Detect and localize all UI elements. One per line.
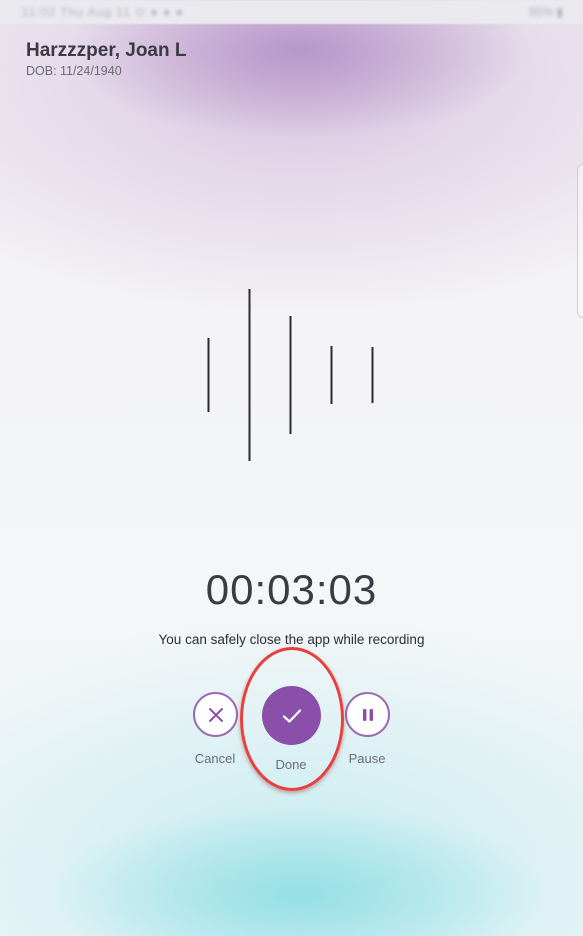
recording-screen: 11:02 Thu Aug 11 ⊙ ● ● ● 95% ▮ Harzzzper… — [0, 0, 583, 936]
side-panel-handle[interactable] — [577, 164, 583, 318]
patient-dob: DOB: 11/24/1940 — [26, 64, 122, 78]
status-bar: 11:02 Thu Aug 11 ⊙ ● ● ● 95% ▮ — [0, 0, 583, 24]
pause-label: Pause — [348, 751, 386, 766]
checkmark-icon — [282, 708, 302, 724]
status-time: 11:02 Thu Aug 11 ⊙ ● ● ● — [22, 5, 184, 19]
pause-icon — [362, 708, 374, 722]
pause-button[interactable] — [345, 692, 390, 737]
battery-status: 95% ▮ — [529, 5, 563, 19]
cancel-button[interactable] — [193, 692, 238, 737]
close-icon — [208, 707, 224, 723]
cancel-label: Cancel — [194, 751, 236, 766]
done-label: Done — [275, 757, 307, 772]
recording-timer: 00:03:03 — [205, 566, 378, 613]
done-button[interactable] — [262, 686, 321, 745]
patient-name: Harzzzper, Joan L — [26, 40, 187, 61]
audio-waveform — [207, 289, 374, 461]
recording-info-text: You can safely close the app while recor… — [158, 632, 425, 647]
